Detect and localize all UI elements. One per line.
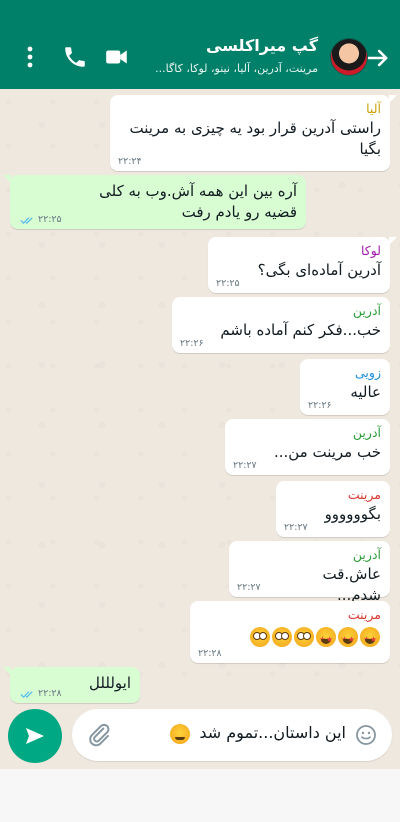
message-composer[interactable]: این داستان...تموم شد <box>72 709 392 761</box>
double-check-icon <box>20 216 33 224</box>
flushed-face-icon <box>250 626 270 647</box>
message-text: راستی آدرین قرار بود یه چیزی به مرینت بگ… <box>129 119 381 158</box>
sender-name: مرینت <box>347 487 381 502</box>
chat-header: گپ میراکلسی مرینت، آدرین، آلیا، نینو، لو… <box>0 0 400 89</box>
star-struck-icon <box>316 626 336 650</box>
emoji-icon[interactable] <box>354 723 378 747</box>
message-time: ۲۲:۲۷ <box>284 522 308 533</box>
message-time: ۲۲:۲۸ <box>198 648 222 659</box>
paperclip-icon[interactable] <box>86 722 112 748</box>
message-bubble[interactable]: آدرین خب مرینت من... ۲۲:۲۷ <box>225 419 390 475</box>
message-text: آدرین آماده‌ای بگی؟ <box>257 261 381 279</box>
group-members[interactable]: مرینت، آدرین، آلیا، نینو، لوکا، کاگا... <box>148 62 318 75</box>
sender-name: آدرین <box>352 303 381 318</box>
phone-icon[interactable] <box>62 44 88 70</box>
star-struck-icon <box>360 626 380 650</box>
message-input[interactable]: این داستان...تموم شد <box>146 723 346 744</box>
sender-name: مرینت <box>347 607 381 622</box>
message-time: ۲۲:۲۵ <box>216 278 240 289</box>
message-bubble[interactable]: آره بین این همه آش.وب به کلی قضیه رو یاد… <box>3 175 306 229</box>
message-time: ۲۲:۲۷ <box>233 460 257 471</box>
star-struck-icon <box>338 626 358 650</box>
sender-name: زویی <box>355 365 381 380</box>
message-input-text: این داستان...تموم شد <box>199 723 346 742</box>
sender-name: آدرین <box>352 425 381 440</box>
message-bubble[interactable]: لوکا آدرین آماده‌ای بگی؟ ۲۲:۲۵ <box>208 237 397 293</box>
message-bubble[interactable]: مرینت ۲۲:۲۸ <box>190 601 390 663</box>
flushed-face-icon <box>294 626 314 647</box>
group-title[interactable]: گپ میراکلسی <box>206 36 318 55</box>
sender-name: آدرین <box>352 547 381 562</box>
message-time: ۲۲:۲۶ <box>308 400 332 411</box>
message-bubble[interactable]: ایولللل ۲۲:۲۸ <box>3 667 140 703</box>
message-bubble[interactable]: آدرین خب...فکر کنم آماده باشم ۲۲:۲۶ <box>172 297 390 353</box>
emoji-row <box>199 624 381 650</box>
message-time: ۲۲:۲۷ <box>237 582 261 593</box>
group-avatar[interactable] <box>330 38 368 76</box>
message-time: ۲۲:۲۸ <box>38 688 62 699</box>
send-button[interactable] <box>8 709 62 763</box>
message-time: ۲۲:۲۶ <box>180 338 204 349</box>
message-time: ۲۲:۲۵ <box>38 214 62 225</box>
more-vertical-icon[interactable] <box>20 44 40 70</box>
message-time: ۲۲:۲۴ <box>118 156 142 167</box>
double-check-icon <box>20 690 33 698</box>
slightly-smiling-face-icon <box>170 723 191 744</box>
message-list[interactable]: آلیا راستی آدرین قرار بود یه چیزی به مری… <box>0 89 400 709</box>
message-text: خب...فکر کنم آماده باشم <box>220 321 381 339</box>
send-icon <box>26 728 44 744</box>
message-bubble[interactable]: مرینت بگوووووو ۲۲:۲۷ <box>276 481 390 537</box>
flushed-face-icon <box>272 626 292 647</box>
sender-name: لوکا <box>360 243 381 258</box>
message-bubble[interactable]: آلیا راستی آدرین قرار بود یه چیزی به مری… <box>110 95 397 171</box>
sender-name: آلیا <box>366 101 381 116</box>
message-bubble[interactable]: آدرین عاش.قت شدم... ۲۲:۲۷ <box>229 541 390 604</box>
system-navigation-bar <box>0 769 400 822</box>
arrow-back-icon[interactable] <box>364 44 392 72</box>
video-call-icon[interactable] <box>104 44 130 70</box>
message-bubble[interactable]: زویی عالیه ۲۲:۲۶ <box>300 359 390 415</box>
